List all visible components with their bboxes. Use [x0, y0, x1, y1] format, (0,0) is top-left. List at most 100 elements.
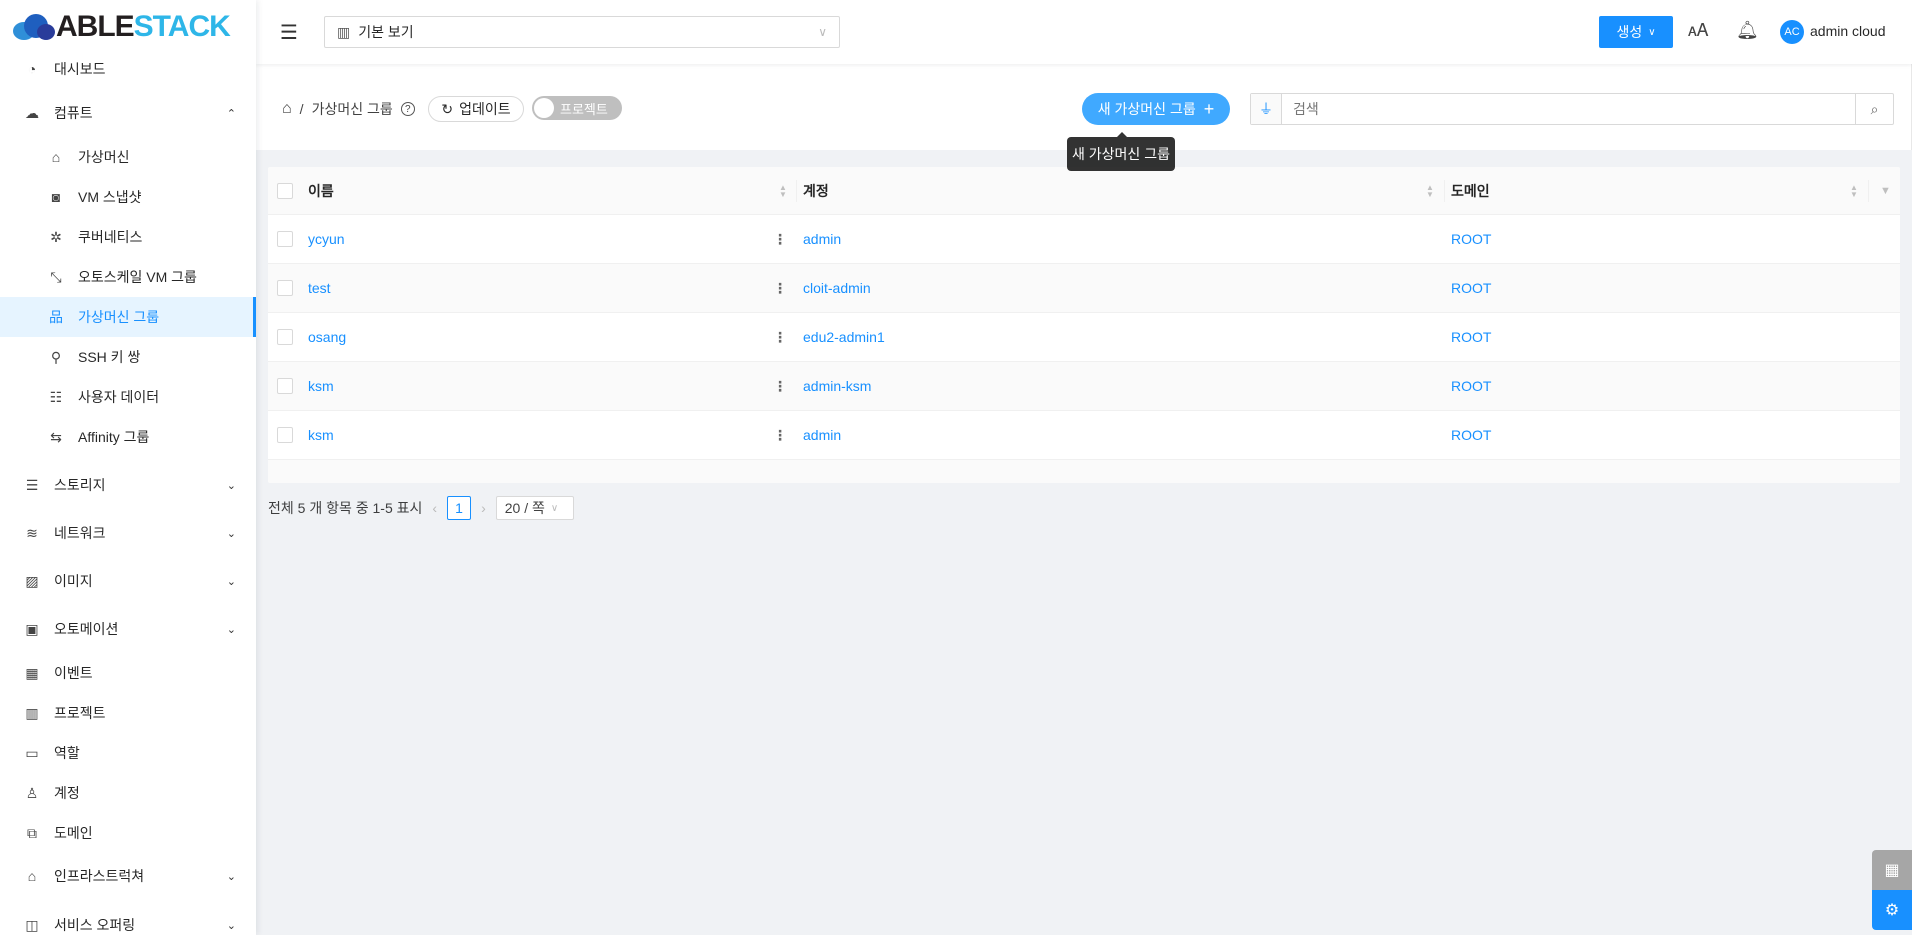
sidebar-item-label: 네트워크 — [54, 525, 106, 541]
chevron-down-icon: ⌄ — [226, 623, 236, 636]
sidebar-item[interactable]: ▭ 역할 — [0, 733, 256, 773]
sidebar-item-label: 계정 — [54, 785, 80, 801]
vm-group-name-link[interactable]: osang — [308, 329, 346, 345]
menu-fold-icon[interactable]: ☰ — [280, 20, 298, 45]
create-button[interactable]: 생성 ∨ — [1599, 16, 1673, 48]
cluster-icon: 品 — [49, 309, 63, 325]
sidebar-item[interactable]: ☷ 사용자 데이터 — [0, 377, 256, 417]
row-checkbox[interactable] — [277, 329, 293, 345]
sort-icon[interactable]: ▲ ▼ — [1426, 183, 1434, 198]
logo-text-able: ABLE — [56, 10, 135, 43]
sidebar-item[interactable]: ⤡ 오토스케일 VM 그룹 — [0, 257, 256, 297]
sidebar-item[interactable]: ⌂ 가상머신 — [0, 137, 256, 177]
sidebar-item[interactable]: ⌂ 인프라스트럭쳐 ⌄ — [0, 856, 256, 896]
logo-text-stack: STACK — [133, 10, 231, 43]
sidebar-item[interactable]: ☁ 컴퓨트 ⌃ — [0, 93, 256, 133]
sidebar-item[interactable]: ⇆ Affinity 그룹 — [0, 417, 256, 457]
sidebar-item[interactable]: ◫ 서비스 오퍼링 ⌄ — [0, 905, 256, 935]
refresh-button[interactable]: ↻ 업데이트 — [428, 96, 524, 122]
vm-group-name-link[interactable]: ksm — [308, 378, 334, 394]
calendar-check-icon[interactable]: ▦ — [1872, 850, 1912, 890]
account-link[interactable]: admin-ksm — [803, 378, 871, 394]
expand-icon: ⤡ — [50, 268, 62, 285]
vm-group-name-link[interactable]: ycyun — [308, 231, 345, 247]
project-toggle[interactable]: 프로젝트 — [532, 96, 622, 120]
table-row: ksm ⋮ admin-ksm ROOT — [268, 362, 1900, 411]
table-row: ksm ⋮ admin ROOT — [268, 411, 1900, 460]
dashboard-icon: ◔ — [27, 61, 37, 77]
sidebar-item[interactable]: ▦ 이벤트 — [0, 653, 256, 693]
sidebar-item[interactable]: ☰ 스토리지 ⌄ — [0, 465, 256, 505]
vm-group-name-link[interactable]: test — [308, 280, 331, 296]
sidebar-item[interactable]: ✲ 쿠버네티스 — [0, 217, 256, 257]
sidebar-item-label: 오토스케일 VM 그룹 — [78, 269, 197, 285]
sidebar-item[interactable]: ♙ 계정 — [0, 773, 256, 813]
new-vm-group-button[interactable]: 새 가상머신 그룹 + — [1082, 93, 1230, 125]
sidebar-item[interactable]: ◔ 대시보드 — [0, 49, 256, 89]
prev-page-icon[interactable]: ‹ — [432, 500, 437, 516]
pagination: 전체 5 개 항목 중 1-5 표시 ‹ 1 › 20 / 쪽 ∨ — [268, 496, 574, 520]
more-actions-icon[interactable]: ⋮ — [773, 231, 787, 248]
sidebar-item[interactable]: ▨ 이미지 ⌄ — [0, 561, 256, 601]
domain-link[interactable]: ROOT — [1451, 231, 1491, 247]
gear-icon[interactable]: ⚙ — [1872, 890, 1912, 930]
row-checkbox[interactable] — [277, 427, 293, 443]
create-label: 생성 — [1616, 24, 1643, 40]
domain-link[interactable]: ROOT — [1451, 329, 1491, 345]
sidebar-item[interactable]: ▥ 프로젝트 — [0, 693, 256, 733]
sidebar-item-label: 인프라스트럭쳐 — [54, 868, 145, 884]
more-actions-icon[interactable]: ⋮ — [773, 378, 787, 395]
sidebar-item[interactable]: ◙ VM 스냅샷 — [0, 177, 256, 217]
sidebar-item[interactable]: 品 가상머신 그룹 — [0, 297, 256, 337]
column-header-name[interactable]: 이름 — [308, 181, 334, 201]
more-actions-icon[interactable]: ⋮ — [773, 427, 787, 444]
translate-icon[interactable]: 🗚 — [1688, 20, 1708, 41]
filter-icon[interactable]: ⏚ — [1251, 94, 1282, 124]
sidebar-item[interactable]: ⧉ 도메인 — [0, 813, 256, 853]
more-actions-icon[interactable]: ⋮ — [773, 329, 787, 346]
search-icon[interactable]: ⌕ — [1855, 94, 1893, 124]
more-actions-icon[interactable]: ⋮ — [773, 280, 787, 297]
chevron-down-icon: ⌄ — [226, 575, 236, 588]
page-1-button[interactable]: 1 — [447, 496, 472, 520]
column-filter-icon[interactable]: ▼ — [1880, 185, 1891, 197]
sidebar-item[interactable]: ▣ 오토메이션 ⌄ — [0, 609, 256, 649]
project-select[interactable]: ▥ 기본 보기 ∨ — [324, 16, 840, 48]
bell-icon[interactable]: 🔔︎ — [1736, 20, 1759, 41]
wifi-icon: ≋ — [26, 524, 38, 541]
domain-link[interactable]: ROOT — [1451, 280, 1491, 296]
vm-group-name-link[interactable]: ksm — [308, 427, 334, 443]
home-icon[interactable]: ⌂ — [282, 100, 292, 118]
user-name[interactable]: admin cloud — [1810, 23, 1886, 39]
account-link[interactable]: admin — [803, 427, 841, 443]
row-checkbox[interactable] — [277, 231, 293, 247]
new-vm-group-label: 새 가상머신 그룹 — [1097, 101, 1196, 117]
key-icon: ⚲ — [50, 348, 62, 365]
page-size-select[interactable]: 20 / 쪽 ∨ — [495, 496, 574, 520]
sidebar-item-label: 사용자 데이터 — [78, 389, 160, 405]
account-link[interactable]: edu2-admin1 — [803, 329, 885, 345]
sidebar-item[interactable]: ≋ 네트워크 ⌄ — [0, 513, 256, 553]
row-checkbox[interactable] — [277, 378, 293, 394]
account-link[interactable]: admin — [803, 231, 841, 247]
vm-group-table: 이름 ▲ ▼ 계정 ▲ ▼ 도메인 ▲ ▼ ▼ ycyun ⋮ admin ROOT … — [268, 167, 1900, 483]
plus-icon: + — [1203, 98, 1215, 119]
search-input[interactable] — [1282, 94, 1855, 124]
account-link[interactable]: cloit-admin — [803, 280, 871, 296]
domain-link[interactable]: ROOT — [1451, 427, 1491, 443]
avatar[interactable]: AC — [1780, 20, 1804, 44]
column-header-domain[interactable]: 도메인 — [1451, 181, 1490, 201]
ablestack-logo[interactable]: ABLE STACK — [10, 10, 231, 43]
sort-icon[interactable]: ▲ ▼ — [1850, 183, 1858, 198]
column-header-account[interactable]: 계정 — [803, 181, 829, 201]
table-row: test ⋮ cloit-admin ROOT — [268, 264, 1900, 313]
domain-link[interactable]: ROOT — [1451, 378, 1491, 394]
sidebar-item[interactable]: ⚲ SSH 키 쌍 — [0, 337, 256, 377]
sort-icon[interactable]: ▲ ▼ — [779, 183, 787, 198]
select-all-checkbox[interactable] — [277, 182, 293, 199]
question-circle-icon[interactable]: ? — [400, 102, 415, 116]
next-page-icon[interactable]: › — [481, 500, 486, 516]
header: ☰ ▥ 기본 보기 ∨ 생성 ∨ 🗚 🔔︎ AC admin cloud — [256, 0, 1912, 64]
sidebar-item-label: 가상머신 — [78, 149, 130, 165]
row-checkbox[interactable] — [277, 280, 293, 296]
